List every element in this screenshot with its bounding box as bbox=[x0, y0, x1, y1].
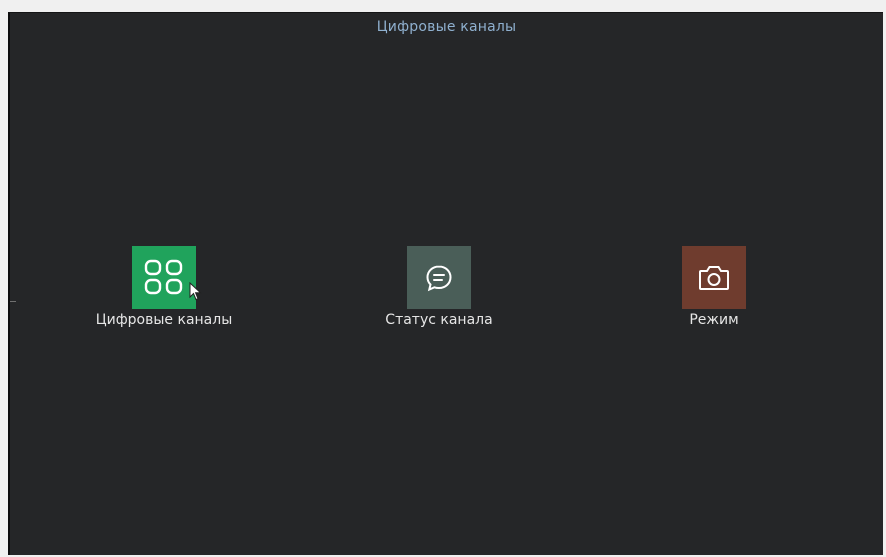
digital-channels-label[interactable]: Цифровые каналы bbox=[34, 312, 294, 328]
camera-icon bbox=[699, 265, 729, 290]
mode-tile[interactable] bbox=[682, 246, 746, 309]
digital-channels-tile[interactable] bbox=[132, 246, 196, 309]
grid-icon bbox=[144, 259, 183, 294]
mode-label[interactable]: Режим bbox=[584, 312, 844, 328]
window-title: Цифровые каналы bbox=[376, 19, 517, 35]
chat-bubble-icon bbox=[426, 264, 452, 291]
channel-status-label[interactable]: Статус канала bbox=[309, 312, 569, 328]
main-window: Цифровые каналы Цифровые каналы Статус к… bbox=[8, 12, 883, 555]
edge-marker bbox=[10, 301, 16, 302]
screen: Цифровые каналы Цифровые каналы Статус к… bbox=[0, 0, 886, 557]
channel-status-tile[interactable] bbox=[407, 246, 471, 309]
